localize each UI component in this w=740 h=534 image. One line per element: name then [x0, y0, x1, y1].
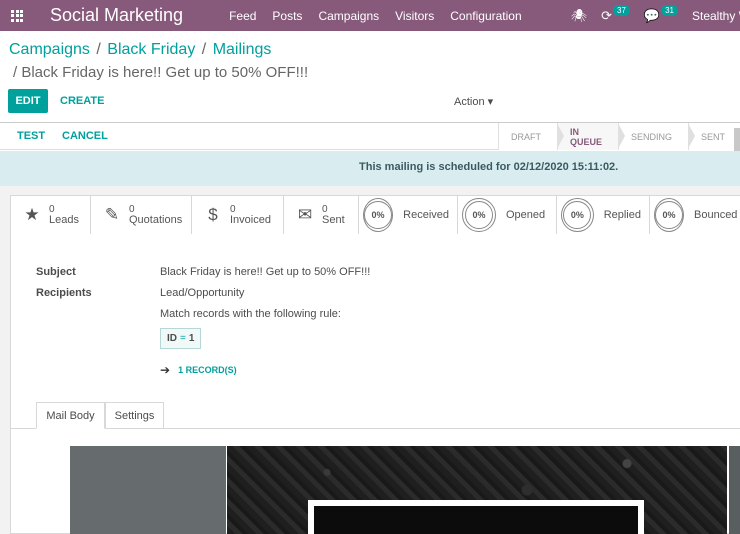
- stat-invoiced-button[interactable]: $ 0 Invoiced: [192, 196, 284, 234]
- menu-item-visitors[interactable]: Visitors: [395, 9, 434, 23]
- breadcrumb-mailings[interactable]: Mailings: [213, 41, 272, 58]
- messages-count-badge: 31: [661, 5, 678, 16]
- breadcrumb-campaigns[interactable]: Campaigns: [9, 41, 90, 58]
- recipients-label: Recipients: [36, 287, 92, 299]
- percent-value: 0%: [465, 201, 493, 229]
- domain-rule-text: Match records with the following rule:: [160, 308, 341, 320]
- domain-value: 1: [188, 333, 195, 344]
- chat-bubble-icon: 💬: [643, 7, 661, 23]
- stage-in-queue: IN QUEUE: [557, 123, 625, 150]
- activity-menu[interactable]: ⟳ 37: [601, 5, 630, 24]
- arrow-right-icon: ➔: [160, 363, 171, 377]
- star-icon: ★: [24, 205, 40, 224]
- mail-body-preview-right: [729, 446, 740, 534]
- create-button[interactable]: CREATE: [60, 95, 104, 107]
- tab-settings[interactable]: Settings: [105, 402, 164, 429]
- stat-label: Leads: [49, 214, 79, 226]
- menu-item-feed[interactable]: Feed: [229, 9, 256, 23]
- schedule-alert: This mailing is scheduled for 02/12/2020…: [0, 151, 740, 186]
- user-menu[interactable]: Stealthy Wood: [692, 9, 740, 23]
- breadcrumb-current: / Black Friday is here!! Get up to 50% O…: [13, 64, 309, 81]
- stat-opened-button[interactable]: 0% Opened: [458, 196, 557, 234]
- percent-gauge: 0%: [462, 198, 496, 232]
- menu-item-posts[interactable]: Posts: [272, 9, 302, 23]
- stat-label: Received: [403, 209, 449, 221]
- stat-sent-button[interactable]: ✉ 0 Sent: [284, 196, 359, 234]
- stat-label: Bounced: [694, 209, 738, 221]
- app-brand[interactable]: Social Marketing: [50, 5, 183, 26]
- test-button[interactable]: TEST: [17, 130, 45, 142]
- stat-label: Opened: [506, 209, 546, 221]
- percent-gauge: 0%: [561, 198, 594, 232]
- records-link-label: 1 RECORD(S): [178, 365, 237, 375]
- menu-item-campaigns[interactable]: Campaigns: [318, 9, 379, 23]
- stage-draft: DRAFT: [498, 123, 564, 150]
- navbar-systray: 🕷 ⟳ 37 💬 31 Stealthy Wood: [571, 0, 740, 31]
- percent-gauge: 0%: [363, 198, 394, 232]
- stat-leads-button[interactable]: ★ 0 Leads: [11, 196, 91, 234]
- schedule-alert-text: This mailing is scheduled for 02/12/2020…: [359, 161, 619, 173]
- mail-body-preview-left: [70, 446, 226, 534]
- recipients-field[interactable]: Lead/Opportunity: [160, 287, 244, 299]
- stat-quotations-button[interactable]: ✎ 0 Quotations: [91, 196, 192, 234]
- percent-value: 0%: [655, 201, 683, 229]
- stat-label: Sent: [322, 214, 345, 226]
- pencil-icon: ✎: [104, 205, 120, 224]
- apps-menu-icon[interactable]: [0, 0, 34, 31]
- tab-mail-body[interactable]: Mail Body: [36, 402, 105, 429]
- stat-replied-button[interactable]: 0% Replied: [557, 196, 650, 234]
- edit-button[interactable]: EDIT: [8, 89, 48, 113]
- records-link[interactable]: ➔ 1 RECORD(S): [160, 363, 237, 377]
- dollar-icon: $: [208, 205, 218, 224]
- domain-field-name: ID: [167, 333, 177, 344]
- debug-bug-icon[interactable]: 🕷: [571, 8, 588, 24]
- top-navbar: Social Marketing Feed Posts Campaigns Vi…: [0, 0, 740, 31]
- domain-operator: =: [180, 333, 186, 344]
- domain-rule-tag[interactable]: ID = 1: [160, 328, 202, 349]
- breadcrumb: Campaigns / Black Friday / Mailings: [9, 41, 272, 58]
- stage-sending: SENDING: [618, 123, 696, 150]
- stage-sent: SENT: [688, 123, 740, 150]
- stat-label: Replied: [603, 209, 641, 221]
- menu-item-configuration[interactable]: Configuration: [450, 9, 521, 23]
- percent-value: 0%: [364, 201, 393, 229]
- messaging-menu[interactable]: 💬 31: [643, 5, 678, 24]
- stat-label: Quotations: [129, 214, 183, 226]
- form-statusbar: TEST CANCEL DRAFT IN QUEUE SENDING SENT: [0, 123, 740, 150]
- percent-gauge: 0%: [654, 198, 684, 232]
- stat-label: Invoiced: [230, 214, 271, 226]
- activity-clock-icon: ⟳: [601, 7, 612, 23]
- stat-button-box: ★ 0 Leads ✎ 0 Quotations $ 0 Invoiced ✉ 0 Se…: [11, 196, 740, 234]
- stat-received-button[interactable]: 0% Received: [359, 196, 458, 234]
- subject-label: Subject: [36, 266, 76, 278]
- action-dropdown[interactable]: Action ▾: [454, 95, 493, 108]
- stat-bounced-button[interactable]: 0% Bounced: [650, 196, 740, 234]
- cancel-button[interactable]: CANCEL: [62, 130, 108, 142]
- stage-pipeline: DRAFT IN QUEUE SENDING SENT: [498, 123, 740, 150]
- breadcrumb-black-friday[interactable]: Black Friday: [107, 41, 195, 58]
- percent-value: 0%: [563, 201, 592, 229]
- mail-body-frame: [308, 500, 644, 534]
- envelope-icon: ✉: [297, 205, 313, 224]
- main-menu: Feed Posts Campaigns Visitors Configurat…: [229, 9, 538, 23]
- activity-count-badge: 37: [613, 5, 630, 16]
- subject-field[interactable]: Black Friday is here!! Get up to 50% OFF…: [160, 266, 370, 278]
